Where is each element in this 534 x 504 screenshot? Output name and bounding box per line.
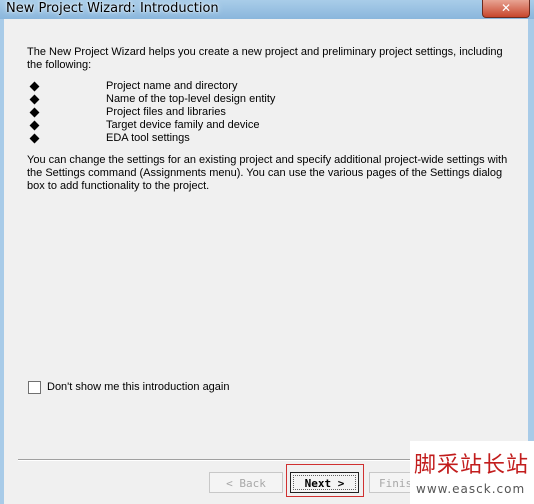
bullet-icon bbox=[29, 120, 40, 131]
window-frame-right bbox=[528, 19, 534, 504]
title-bar: New Project Wizard: Introduction ✕ bbox=[0, 0, 534, 19]
window-title: New Project Wizard: Introduction bbox=[6, 1, 219, 16]
feature-list: Project name and directory Name of the t… bbox=[27, 80, 507, 145]
wizard-content: The New Project Wizard helps you create … bbox=[4, 19, 528, 504]
list-item: Project files and libraries bbox=[27, 106, 507, 119]
settings-text: You can change the settings for an exist… bbox=[27, 154, 508, 192]
bullet-icon bbox=[29, 81, 40, 92]
list-item-text: Project name and directory bbox=[106, 80, 238, 92]
bullet-icon bbox=[29, 133, 40, 144]
dont-show-row[interactable]: Don't show me this introduction again bbox=[28, 379, 229, 395]
dont-show-label[interactable]: Don't show me this introduction again bbox=[47, 381, 229, 393]
watermark-url: www.easck.com bbox=[416, 482, 526, 496]
list-item: EDA tool settings bbox=[27, 132, 507, 145]
list-item-text: Name of the top-level design entity bbox=[106, 93, 276, 105]
bullet-icon bbox=[29, 107, 40, 118]
watermark-text: 脚采站长站 bbox=[414, 453, 530, 478]
dont-show-checkbox[interactable] bbox=[28, 380, 41, 394]
list-item-text: Project files and libraries bbox=[106, 106, 226, 118]
close-button[interactable]: ✕ bbox=[482, 0, 530, 18]
close-icon: ✕ bbox=[500, 1, 512, 15]
back-button[interactable]: < Back bbox=[209, 472, 283, 493]
list-item: Name of the top-level design entity bbox=[27, 93, 507, 106]
list-item-text: EDA tool settings bbox=[106, 132, 190, 144]
next-highlight-box bbox=[286, 464, 364, 497]
intro-text: The New Project Wizard helps you create … bbox=[27, 46, 503, 71]
watermark: 脚采站长站 www.easck.com bbox=[410, 441, 534, 504]
list-item: Project name and directory bbox=[27, 80, 507, 93]
bullet-icon bbox=[29, 94, 40, 105]
list-item: Target device family and device bbox=[27, 119, 507, 132]
list-item-text: Target device family and device bbox=[106, 119, 260, 131]
